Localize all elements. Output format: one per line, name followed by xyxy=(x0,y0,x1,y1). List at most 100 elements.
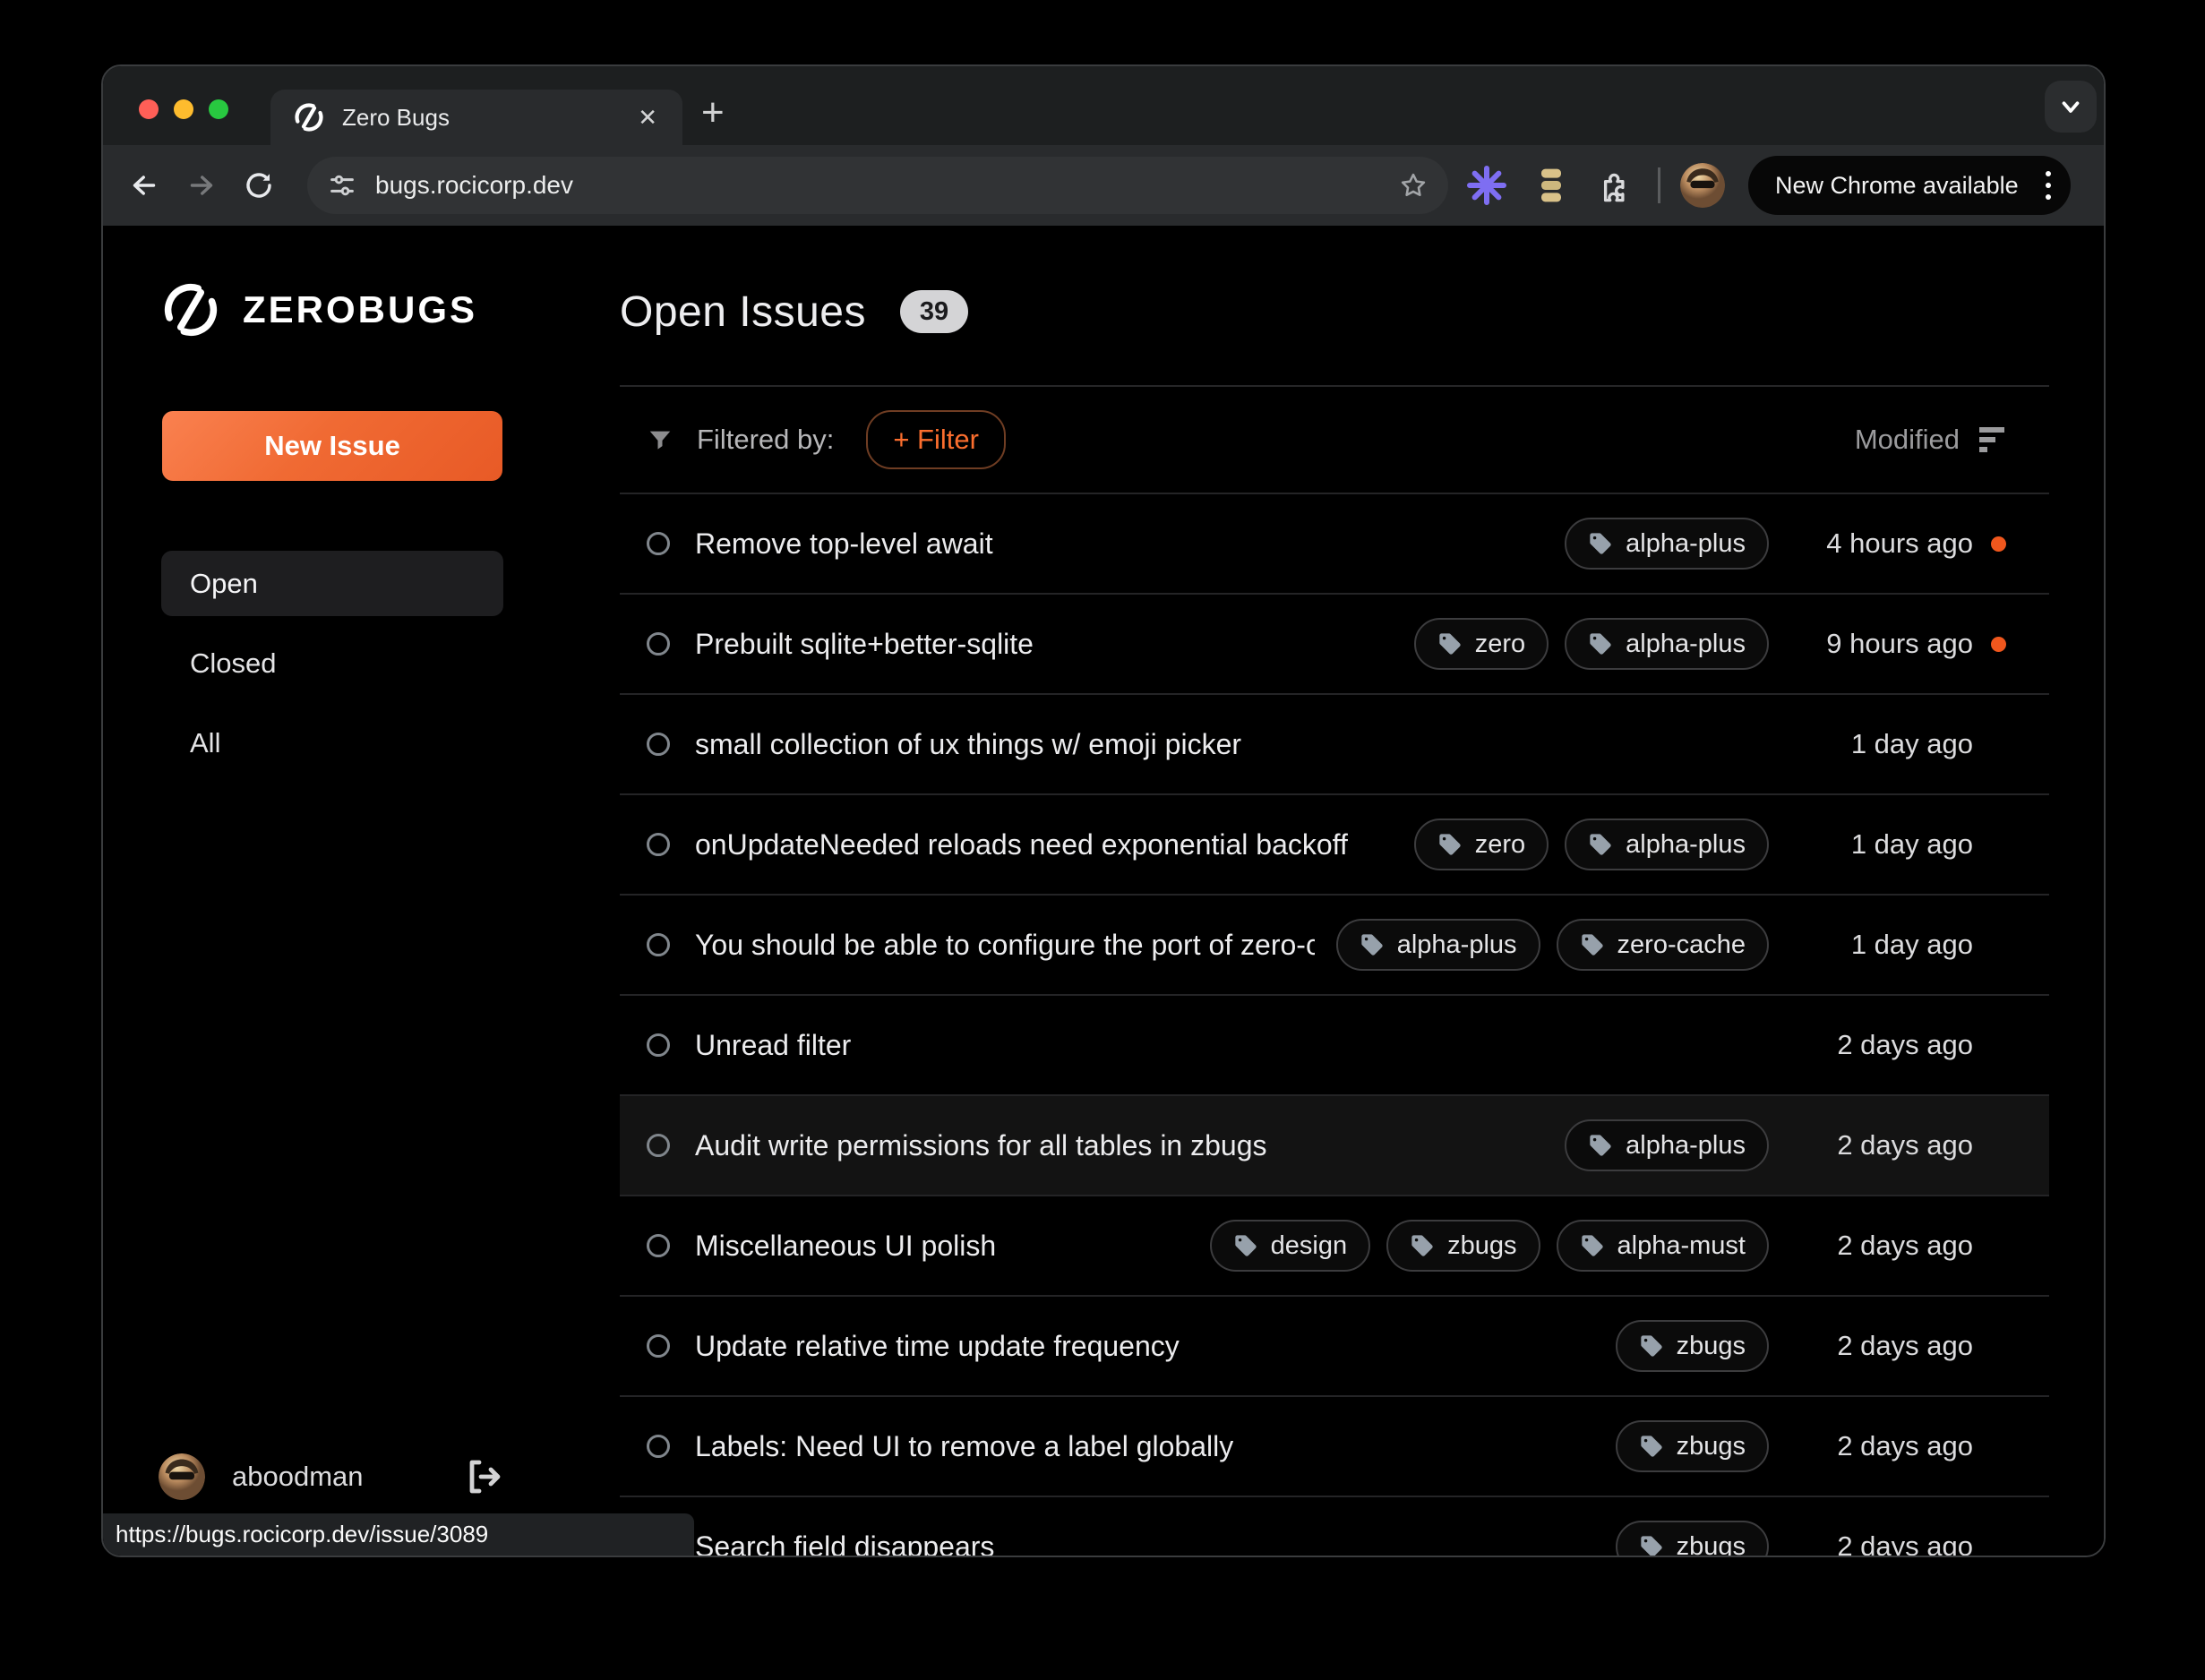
issue-label-pill[interactable]: alpha-plus xyxy=(1565,1119,1769,1171)
zerobugs-favicon-icon xyxy=(294,102,324,133)
issue-status-icon xyxy=(647,833,670,856)
issue-modified-time: 9 hours ago xyxy=(1794,628,1973,660)
tag-icon xyxy=(1639,1333,1664,1359)
issue-label-pill[interactable]: zero-cache xyxy=(1557,919,1769,971)
sort-label[interactable]: Modified xyxy=(1855,424,1960,456)
issue-modified-time: 2 days ago xyxy=(1794,1530,1973,1557)
issue-label-pill[interactable]: zbugs xyxy=(1386,1220,1540,1272)
issue-row[interactable]: small collection of ux things w/ emoji p… xyxy=(620,693,2049,793)
issue-modified-time: 2 days ago xyxy=(1794,1330,1973,1362)
avatar-image xyxy=(159,1453,205,1500)
issue-labels: alpha-plus zero-cache xyxy=(1336,919,1769,971)
issue-row[interactable]: You should be able to configure the port… xyxy=(620,894,2049,994)
label-text: alpha-plus xyxy=(1626,529,1746,559)
new-issue-button[interactable]: New Issue xyxy=(162,411,502,481)
new-tab-button[interactable]: + xyxy=(701,93,725,133)
issue-title: onUpdateNeeded reloads need exponential … xyxy=(695,828,1348,861)
label-text: zero xyxy=(1475,830,1525,860)
page-title: Open Issues xyxy=(620,287,866,337)
issue-row[interactable]: Unread filter 2 days ago xyxy=(620,994,2049,1094)
window-zoom-button[interactable] xyxy=(209,99,228,119)
label-text: design xyxy=(1271,1231,1347,1261)
issue-row[interactable]: Update relative time update frequency zb… xyxy=(620,1295,2049,1395)
sidebar-item-open[interactable]: Open xyxy=(161,551,503,616)
issue-title: You should be able to configure the port… xyxy=(695,929,1315,962)
issue-title: Remove top-level await xyxy=(695,527,993,561)
issue-labels: alpha-plus xyxy=(1565,1119,1769,1171)
issue-labels: design zbugs alpha-must xyxy=(1210,1220,1769,1272)
issue-label-pill[interactable]: alpha-plus xyxy=(1336,919,1540,971)
user-avatar[interactable] xyxy=(159,1453,205,1500)
issue-label-pill[interactable]: design xyxy=(1210,1220,1370,1272)
profile-avatar[interactable] xyxy=(1680,163,1725,208)
issue-label-pill[interactable]: zbugs xyxy=(1616,1420,1769,1472)
chevron-down-icon xyxy=(2057,93,2084,120)
bookmark-star-icon[interactable] xyxy=(1398,170,1429,201)
issue-row[interactable]: Prebuilt sqlite+better-sqlite zero alpha… xyxy=(620,593,2049,693)
tab-close-icon[interactable]: ✕ xyxy=(636,104,659,132)
issue-status-icon xyxy=(647,1435,670,1458)
extension-coins-icon[interactable] xyxy=(1525,159,1577,211)
issue-modified-time: 4 hours ago xyxy=(1794,527,1973,560)
extensions-puzzle-icon[interactable] xyxy=(1590,159,1642,211)
issue-status-icon xyxy=(647,632,670,656)
issue-row[interactable]: Search field disappears zbugs 2 days ago xyxy=(620,1496,2049,1557)
tag-icon xyxy=(1410,1233,1435,1258)
issue-label-pill[interactable]: alpha-plus xyxy=(1565,819,1769,870)
sidebar-item-all[interactable]: All xyxy=(161,710,503,776)
issue-label-pill[interactable]: alpha-plus xyxy=(1565,618,1769,670)
issue-labels: zero alpha-plus xyxy=(1414,819,1769,870)
issue-row[interactable]: Labels: Need UI to remove a label global… xyxy=(620,1395,2049,1496)
sidebar-item-closed[interactable]: Closed xyxy=(161,630,503,696)
issue-label-pill[interactable]: alpha-must xyxy=(1557,1220,1769,1272)
sort-descending-icon[interactable] xyxy=(1974,425,2006,454)
extension-starburst-icon[interactable] xyxy=(1461,159,1513,211)
label-text: alpha-plus xyxy=(1626,630,1746,659)
issue-label-pill[interactable]: alpha-plus xyxy=(1565,518,1769,570)
label-text: alpha-plus xyxy=(1626,1131,1746,1161)
tag-icon xyxy=(1588,1133,1613,1158)
back-button[interactable] xyxy=(116,157,173,214)
issue-labels: zbugs xyxy=(1616,1521,1769,1557)
issue-status-icon xyxy=(647,933,670,956)
issue-label-pill[interactable]: zbugs xyxy=(1616,1320,1769,1372)
issue-row[interactable]: Audit write permissions for all tables i… xyxy=(620,1094,2049,1195)
issue-title: small collection of ux things w/ emoji p… xyxy=(695,728,1241,761)
forward-button[interactable] xyxy=(173,157,230,214)
site-settings-icon[interactable] xyxy=(327,170,357,201)
tag-icon xyxy=(1580,1233,1605,1258)
chrome-update-button[interactable]: New Chrome available xyxy=(1748,156,2071,215)
window-close-button[interactable] xyxy=(139,99,159,119)
issue-row[interactable]: Remove top-level await alpha-plus 4 hour… xyxy=(620,493,2049,593)
brand[interactable]: ZEROBUGS xyxy=(162,281,477,339)
add-filter-button[interactable]: + Filter xyxy=(866,410,1006,469)
issue-row[interactable]: Miscellaneous UI polish design zbugs alp… xyxy=(620,1195,2049,1295)
issue-label-pill[interactable]: zero xyxy=(1414,819,1549,870)
issue-modified-time: 1 day ago xyxy=(1794,728,1973,760)
issue-status-icon xyxy=(647,1334,670,1358)
window-minimize-button[interactable] xyxy=(174,99,193,119)
tab-search-button[interactable] xyxy=(2045,81,2097,133)
kebab-menu-icon[interactable] xyxy=(2038,171,2058,200)
issue-label-pill[interactable]: zero xyxy=(1414,618,1549,670)
issue-row[interactable]: onUpdateNeeded reloads need exponential … xyxy=(620,793,2049,894)
user-row: aboodman xyxy=(159,1453,562,1500)
tag-icon xyxy=(1588,832,1613,857)
issue-label-pill[interactable]: zbugs xyxy=(1616,1521,1769,1557)
logout-icon[interactable] xyxy=(461,1455,504,1498)
issue-title: Unread filter xyxy=(695,1029,851,1062)
issues-panel: Open Issues 39 Filtered by: + Filter Mod… xyxy=(620,226,2049,1556)
label-text: zbugs xyxy=(1677,1532,1746,1558)
forward-arrow-icon xyxy=(185,169,218,201)
url-text[interactable]: bugs.rocicorp.dev xyxy=(375,171,1398,200)
issue-count-badge: 39 xyxy=(900,290,968,333)
tag-icon xyxy=(1588,631,1613,656)
tag-icon xyxy=(1580,932,1605,957)
issue-status-icon xyxy=(647,1234,670,1257)
issue-status-icon xyxy=(647,532,670,555)
toolbar-separator xyxy=(1658,167,1660,203)
reload-button[interactable] xyxy=(230,157,287,214)
issue-modified-time: 2 days ago xyxy=(1794,1430,1973,1462)
address-bar[interactable]: bugs.rocicorp.dev xyxy=(307,157,1448,214)
browser-tab[interactable]: Zero Bugs ✕ xyxy=(270,90,682,145)
